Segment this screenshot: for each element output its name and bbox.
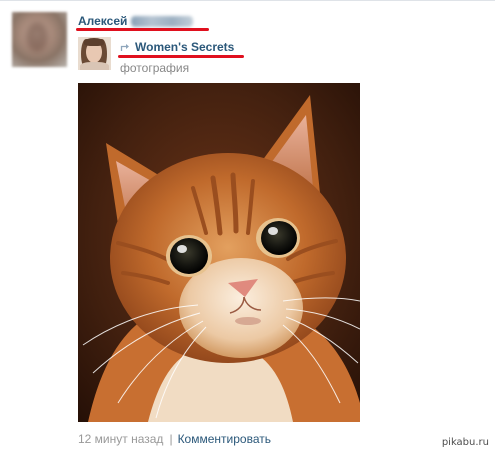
attachment-type-label: фотография bbox=[120, 61, 190, 75]
ginger-cat-illustration bbox=[78, 83, 360, 422]
author-surname-redacted bbox=[131, 15, 194, 27]
top-divider bbox=[0, 0, 495, 1]
source-group-avatar[interactable] bbox=[78, 37, 111, 70]
author-name-row[interactable]: Алексей bbox=[78, 13, 194, 29]
repost-source-row[interactable]: Women's Secrets bbox=[120, 39, 234, 54]
footer-separator: | bbox=[169, 431, 173, 446]
source-highlight-underline bbox=[118, 55, 244, 58]
post-timestamp[interactable]: 12 минут назад bbox=[78, 432, 163, 446]
post-photo[interactable] bbox=[78, 83, 360, 422]
post-footer: 12 минут назад | Комментировать bbox=[78, 431, 271, 446]
source-group-name[interactable]: Women's Secrets bbox=[135, 40, 234, 54]
author-avatar[interactable] bbox=[12, 12, 67, 67]
avatar-hair-top bbox=[84, 38, 104, 46]
avatar-body bbox=[80, 62, 109, 70]
repost-arrow-icon bbox=[120, 41, 131, 52]
author-name[interactable]: Алексей bbox=[78, 14, 127, 28]
author-highlight-underline bbox=[76, 28, 209, 31]
watermark-label: pikabu.ru bbox=[441, 437, 489, 448]
comment-link[interactable]: Комментировать bbox=[178, 432, 271, 446]
